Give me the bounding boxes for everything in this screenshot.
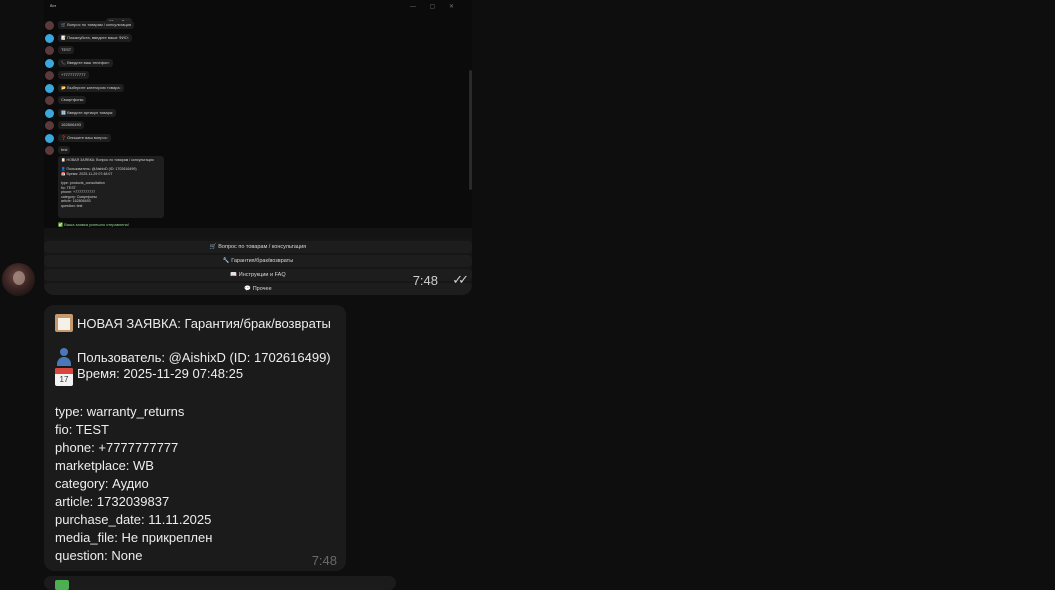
ticket-user: Пользователь: @AishixD (ID: 1702616499) [77,350,331,365]
keyboard-button-other[interactable]: 💬 Прочее [44,283,472,295]
ticket-time-line: 17 Время: 2025-11-29 07:48:25 [55,366,243,386]
double-check-icon: ✓✓ [452,272,469,287]
keyboard-button-warranty[interactable]: 🔧 Гарантия/брак/возвраты [44,255,472,267]
screenshot-window-controls: — ▢ ✕ [409,4,460,10]
screenshot-bubble: TEST [58,46,75,54]
screenshot-input-bar [44,228,472,238]
ticket-field: phone: +7777777777 [55,440,179,455]
screenshot-bubble: 162806493 [58,121,85,129]
screenshot-bot-avatar [45,134,54,143]
ticket-time-text: Время: 2025-11-29 07:48:25 [77,366,244,381]
ticket-field: question: None [55,548,143,563]
ticket-user-line: Пользователь: @AishixD (ID: 1702616499) [55,348,331,366]
screenshot-bot-avatar [45,34,54,43]
screenshot-window-title: бот [50,3,57,8]
calendar-icon: 17 [55,368,73,386]
screenshot-bubble: 📂 Выберите категорию товара: [58,84,124,92]
ticket-field: fio: TEST [55,422,109,437]
screenshot-bubble: +7777777777 [58,71,89,79]
embedded-screenshot: бот — ▢ ✕ 29 ноября 🛒 Вопрос по товарам … [44,0,472,228]
ticket-title: НОВАЯ ЗАЯВКА: Гарантия/брак/возвраты [77,316,331,331]
screenshot-summary-bubble: 📋 НОВАЯ ЗАЯВКА: Вопрос по товарам / конс… [58,156,164,218]
ticket-field: purchase_date: 11.11.2025 [55,512,212,527]
ticket-field: category: Аудио [55,476,149,491]
user-avatar[interactable] [2,263,35,296]
screenshot-bottom-line: ✅ Ваша заявка успешно отправлена! [58,222,129,227]
screenshot-bubble: test [58,146,71,154]
user-silhouette-icon [55,348,73,366]
photo-message-time: 7:48 [412,273,438,288]
photo-message[interactable]: бот — ▢ ✕ 29 ноября 🛒 Вопрос по товарам … [44,0,472,295]
screenshot-bubble: 📞 Введите ваш телефон: [58,59,113,67]
ticket-field: article: 1732039837 [55,494,170,509]
screenshot-user-avatar [45,21,54,30]
screenshot-bubble: Смартфоны [58,96,87,104]
ticket-message[interactable]: НОВАЯ ЗАЯВКА: Гарантия/брак/возвраты Пол… [44,305,346,571]
ticket-message-time: 7:48 [311,553,337,568]
screenshot-user-avatar [45,121,54,130]
screenshot-user-avatar [45,71,54,80]
keyboard-button-consultation[interactable]: 🛒 Вопрос по товарам / консультация [44,241,472,253]
screenshot-scrollbar [469,70,472,190]
next-message[interactable] [44,576,396,590]
screenshot-bot-avatar [45,109,54,118]
ticket-field: type: warranty_returns [55,404,185,419]
screenshot-bot-avatar [45,59,54,68]
keyboard-button-faq[interactable]: 📖 Инструкции и FAQ [44,269,472,281]
ticket-field: marketplace: WB [55,458,154,473]
screenshot-bubble: ❓ Опишите ваш вопрос: [58,134,111,142]
screenshot-user-avatar [45,46,54,55]
screenshot-bubble: 🔢 Введите артикул товара: [58,109,117,117]
ticket-field: media_file: Не прикреплен [55,530,213,545]
screenshot-bubble: 🛒 Вопрос по товарам / консультация [58,21,135,29]
ticket-title-line: НОВАЯ ЗАЯВКА: Гарантия/брак/возвраты [55,314,331,332]
screenshot-user-avatar [45,146,54,155]
screenshot-user-avatar [45,96,54,105]
screenshot-bot-avatar [45,84,54,93]
clipboard-icon [55,314,73,332]
screenshot-bubble: 📝 Пожалуйста, введите ваше ФИО: [58,34,132,42]
